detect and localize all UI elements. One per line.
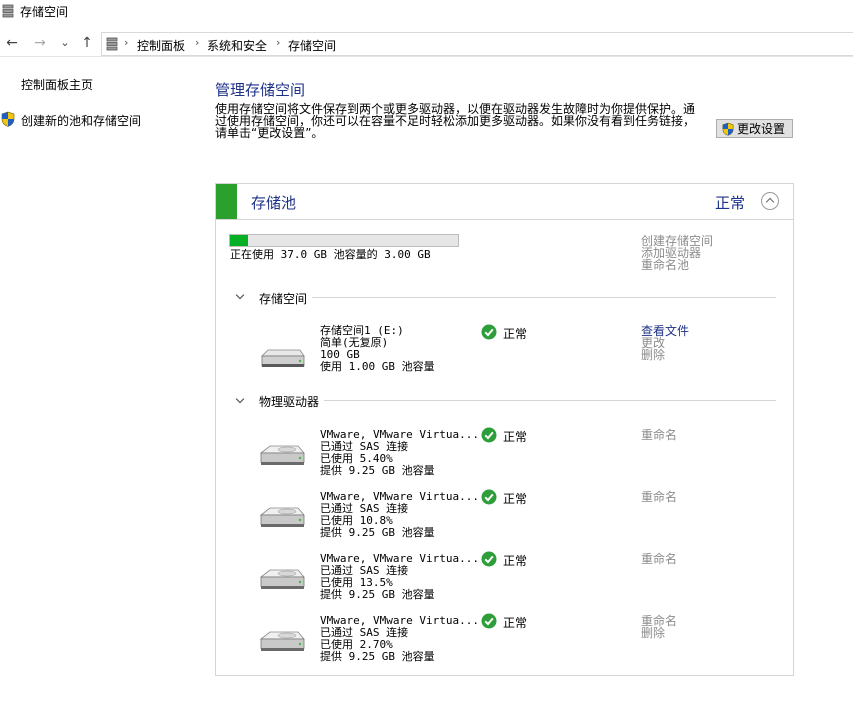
breadcrumb-control-panel[interactable]: 控制面板 <box>137 37 185 54</box>
rename-drive-link[interactable]: 重命名 <box>641 553 677 565</box>
sidebar-link-home[interactable]: 控制面板主页 <box>21 76 93 93</box>
title-bar: 存储空间 <box>0 0 853 24</box>
pool-usage-fill <box>230 235 249 246</box>
page-description: 使用存储空间将文件保存到两个或更多驱动器，以便在驱动器发生故障时为你提供保护。通… <box>215 102 696 140</box>
breadcrumb-separator: › <box>195 36 200 49</box>
delete-space-link[interactable]: 删除 <box>641 349 665 361</box>
drive-provided: 提供 9.25 GB 池容量 <box>320 650 435 663</box>
rename-drive-link[interactable]: 重命名 <box>641 491 677 503</box>
ok-check-icon <box>481 324 497 340</box>
uac-shield-icon <box>1 111 15 127</box>
ok-check-icon <box>481 427 497 443</box>
drive-status-text: 正常 <box>503 616 528 630</box>
up-arrow-icon[interactable]: ↑ <box>78 35 96 51</box>
ok-check-icon <box>481 551 497 567</box>
uac-shield-icon <box>722 122 734 136</box>
drive-provided: 提供 9.25 GB 池容量 <box>320 588 435 601</box>
drive-provided: 提供 9.25 GB 池容量 <box>320 526 435 539</box>
section-divider <box>324 400 776 401</box>
pool-title: 存储池 <box>251 194 297 212</box>
pool-status: 正常 <box>715 194 746 212</box>
breadcrumb-storage-spaces[interactable]: 存储空间 <box>288 37 336 54</box>
breadcrumb-system-security[interactable]: 系统和安全 <box>207 37 267 54</box>
ok-check-icon <box>481 489 497 505</box>
virtual-disk-icon <box>261 349 305 367</box>
drive-status-text: 正常 <box>503 554 528 568</box>
hard-drive-icon <box>259 507 305 527</box>
address-field[interactable]: › 控制面板 › 系统和安全 › 存储空间 <box>101 32 853 56</box>
section-divider <box>312 297 776 298</box>
change-settings-button[interactable]: 更改设置 <box>716 119 793 138</box>
physical-drives-chevron-icon[interactable] <box>236 398 244 406</box>
recent-locations-chevron-icon[interactable]: ⌄ <box>56 35 74 51</box>
sidebar-link-create-pool[interactable]: 创建新的池和存储空间 <box>21 112 141 129</box>
pool-usage-text: 正在使用 37.0 GB 池容量的 3.00 GB <box>230 248 431 261</box>
storage-spaces-chevron-icon[interactable] <box>236 294 244 302</box>
remove-drive-link[interactable]: 删除 <box>641 627 665 639</box>
storage-spaces-icon <box>2 4 14 18</box>
change-settings-label: 更改设置 <box>737 122 786 136</box>
hard-drive-icon <box>259 631 305 651</box>
rename-drive-link[interactable]: 重命名 <box>641 429 677 441</box>
page-title: 管理存储空间 <box>215 81 306 99</box>
drive-status-text: 正常 <box>503 492 528 506</box>
address-bar: ← → ⌄ ↑ › 控制面板 › 系统和安全 › 存储空间 <box>0 30 853 57</box>
ok-check-icon <box>481 613 497 629</box>
drive-provided: 提供 9.25 GB 池容量 <box>320 464 435 477</box>
breadcrumb-separator: › <box>124 36 129 49</box>
pool-status-bar <box>216 184 237 219</box>
space-status-text: 正常 <box>503 327 528 341</box>
hard-drive-icon <box>259 445 305 465</box>
hard-drive-icon <box>259 569 305 589</box>
storage-spaces-section-title: 存储空间 <box>259 292 308 306</box>
breadcrumb-separator: › <box>276 36 281 49</box>
physical-drives-section-title: 物理驱动器 <box>259 395 320 409</box>
back-arrow-icon[interactable]: ← <box>3 35 21 51</box>
drive-status-text: 正常 <box>503 430 528 444</box>
pool-usage-bar <box>229 234 459 247</box>
forward-arrow-icon[interactable]: → <box>31 35 49 51</box>
storage-spaces-location-icon <box>106 37 118 51</box>
window-title: 存储空间 <box>20 5 69 19</box>
storage-pool-header[interactable]: 存储池 正常 <box>216 184 793 220</box>
rename-pool-link[interactable]: 重命名池 <box>641 259 689 271</box>
collapse-chevron-icon[interactable] <box>761 192 779 210</box>
space-used: 使用 1.00 GB 池容量 <box>320 360 435 373</box>
